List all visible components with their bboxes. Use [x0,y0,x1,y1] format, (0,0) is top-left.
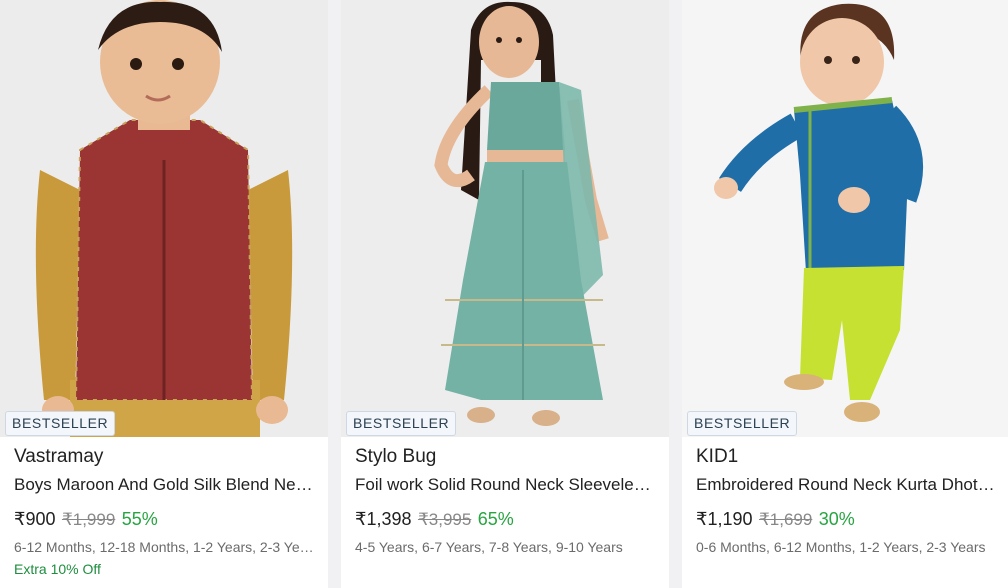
bestseller-badge: BESTSELLER [346,411,457,436]
available-sizes: 4-5 Years, 6-7 Years, 7-8 Years, 9-10 Ye… [355,539,623,555]
discount-percent: 65% [477,509,514,529]
product-image[interactable] [341,0,669,437]
bestseller-badge: BESTSELLER [5,411,116,436]
product-image[interactable] [682,0,1008,437]
price-row: ₹900 ₹1,999 55% [14,508,316,530]
discount-percent: 30% [818,509,855,529]
product-info: Vastramay Boys Maroon And Gold Silk Blen… [14,445,316,579]
selling-price: ₹900 [14,509,56,529]
price-row: ₹1,190 ₹1,699 30% [696,508,996,530]
product-info: Stylo Bug Foil work Solid Round Neck Sle… [355,445,657,559]
product-name[interactable]: Boys Maroon And Gold Silk Blend Nehru Ja… [14,474,316,496]
product-card[interactable]: BESTSELLER Stylo Bug Foil work Solid Rou… [341,0,669,588]
product-brand[interactable]: Stylo Bug [355,445,657,469]
product-card[interactable]: BESTSELLER Vastramay Boys Maroon And Gol… [0,0,328,588]
extra-offer: Extra 10% Off [14,561,101,577]
product-brand[interactable]: Vastramay [14,445,316,469]
product-name[interactable]: Embroidered Round Neck Kurta Dhoti Set [696,474,996,496]
original-price: ₹1,699 [758,510,813,529]
price-row: ₹1,398 ₹3,995 65% [355,508,657,530]
discount-percent: 55% [121,509,158,529]
original-price: ₹1,999 [61,510,116,529]
bestseller-badge: BESTSELLER [687,411,798,436]
selling-price: ₹1,190 [696,509,753,529]
product-brand[interactable]: KID1 [696,445,996,469]
product-grid: BESTSELLER Vastramay Boys Maroon And Gol… [0,0,1008,588]
product-name[interactable]: Foil work Solid Round Neck Sleeveless To… [355,474,657,496]
selling-price: ₹1,398 [355,509,412,529]
available-sizes: 6-12 Months, 12-18 Months, 1-2 Years, 2-… [14,539,316,555]
original-price: ₹3,995 [417,510,472,529]
available-sizes: 0-6 Months, 6-12 Months, 1-2 Years, 2-3 … [696,539,986,555]
product-card[interactable]: BESTSELLER KID1 Embroidered Round Neck K… [682,0,1008,588]
product-info: KID1 Embroidered Round Neck Kurta Dhoti … [696,445,996,559]
product-image[interactable] [0,0,328,437]
